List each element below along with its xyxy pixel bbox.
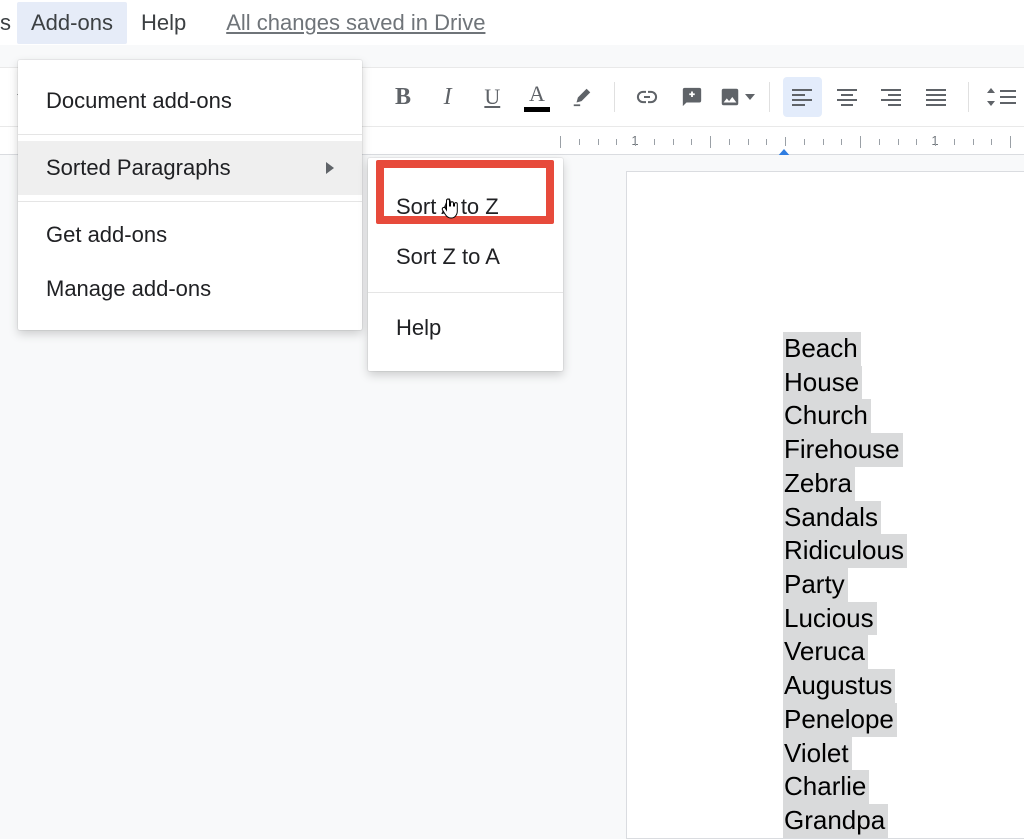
submenu-arrow-icon <box>326 162 334 174</box>
underline-button[interactable]: U <box>473 77 512 117</box>
toolbar-separator <box>614 82 615 112</box>
align-center-button[interactable] <box>828 77 867 117</box>
text-color-button[interactable]: A <box>518 77 557 117</box>
selected-word[interactable]: Lucious <box>783 602 877 636</box>
menu-item-document-addons[interactable]: Document add-ons <box>18 74 362 128</box>
insert-comment-button[interactable] <box>673 77 712 117</box>
comment-icon <box>681 86 703 108</box>
menu-item-sorted-paragraphs[interactable]: Sorted Paragraphs <box>18 141 362 195</box>
document-content[interactable]: BeachHouseChurchFirehouseZebraSandalsRid… <box>783 332 907 838</box>
menu-separator <box>18 134 362 135</box>
selected-word[interactable]: Party <box>783 568 848 602</box>
selected-word[interactable]: Veruca <box>783 635 868 669</box>
selected-word[interactable]: Zebra <box>783 467 855 501</box>
italic-icon: I <box>444 84 452 111</box>
caret-down-icon <box>745 94 755 100</box>
save-status[interactable]: All changes saved in Drive <box>226 4 485 42</box>
menu-bar: s Add-ons Help All changes saved in Driv… <box>0 0 1024 45</box>
toolbar-separator <box>968 82 969 112</box>
link-icon <box>635 85 659 109</box>
sorted-paragraphs-submenu: Sort A to Z Sort Z to A Help <box>368 158 563 371</box>
menu-item-help[interactable]: Help <box>368 303 563 353</box>
menu-separator <box>18 201 362 202</box>
selected-word[interactable]: Beach <box>783 332 861 366</box>
align-right-button[interactable] <box>872 77 911 117</box>
menu-help[interactable]: Help <box>127 2 200 44</box>
selected-word[interactable]: House <box>783 366 862 400</box>
align-left-button[interactable] <box>783 77 822 117</box>
addons-menu: Document add-ons Sorted Paragraphs Get a… <box>18 60 362 330</box>
align-right-icon <box>881 89 901 106</box>
align-justify-button[interactable] <box>917 77 956 117</box>
insert-image-button[interactable] <box>717 77 756 117</box>
align-center-icon <box>837 89 857 106</box>
line-spacing-icon <box>987 88 1016 106</box>
highlighter-icon <box>571 86 593 108</box>
menu-item-get-addons[interactable]: Get add-ons <box>18 208 362 262</box>
toolbar-separator <box>769 82 770 112</box>
selected-word[interactable]: Firehouse <box>783 433 903 467</box>
selected-word[interactable]: Grandpa <box>783 804 888 838</box>
document-page[interactable]: BeachHouseChurchFirehouseZebraSandalsRid… <box>626 171 1024 839</box>
selected-word[interactable]: Violet <box>783 737 852 771</box>
selected-word[interactable]: Charlie <box>783 770 869 804</box>
italic-button[interactable]: I <box>428 77 467 117</box>
insert-link-button[interactable] <box>628 77 667 117</box>
selected-word[interactable]: Penelope <box>783 703 897 737</box>
align-justify-icon <box>926 89 946 106</box>
selected-word[interactable]: Church <box>783 399 871 433</box>
menu-stub: s <box>0 0 17 46</box>
bold-button[interactable]: B <box>384 77 423 117</box>
menu-item-sort-za[interactable]: Sort Z to A <box>368 232 563 282</box>
menu-separator <box>368 292 563 293</box>
text-color-icon: A <box>524 83 550 112</box>
image-icon <box>719 86 741 108</box>
highlight-button[interactable] <box>562 77 601 117</box>
menu-item-manage-addons[interactable]: Manage add-ons <box>18 262 362 316</box>
menu-item-sort-az[interactable]: Sort A to Z <box>368 182 563 232</box>
selected-word[interactable]: Augustus <box>783 669 895 703</box>
line-spacing-button[interactable] <box>982 77 1021 117</box>
selected-word[interactable]: Sandals <box>783 501 881 535</box>
align-left-icon <box>792 89 812 106</box>
bold-icon: B <box>395 84 411 111</box>
underline-icon: U <box>484 84 500 110</box>
selected-word[interactable]: Ridiculous <box>783 534 907 568</box>
menu-addons[interactable]: Add-ons <box>17 2 127 44</box>
